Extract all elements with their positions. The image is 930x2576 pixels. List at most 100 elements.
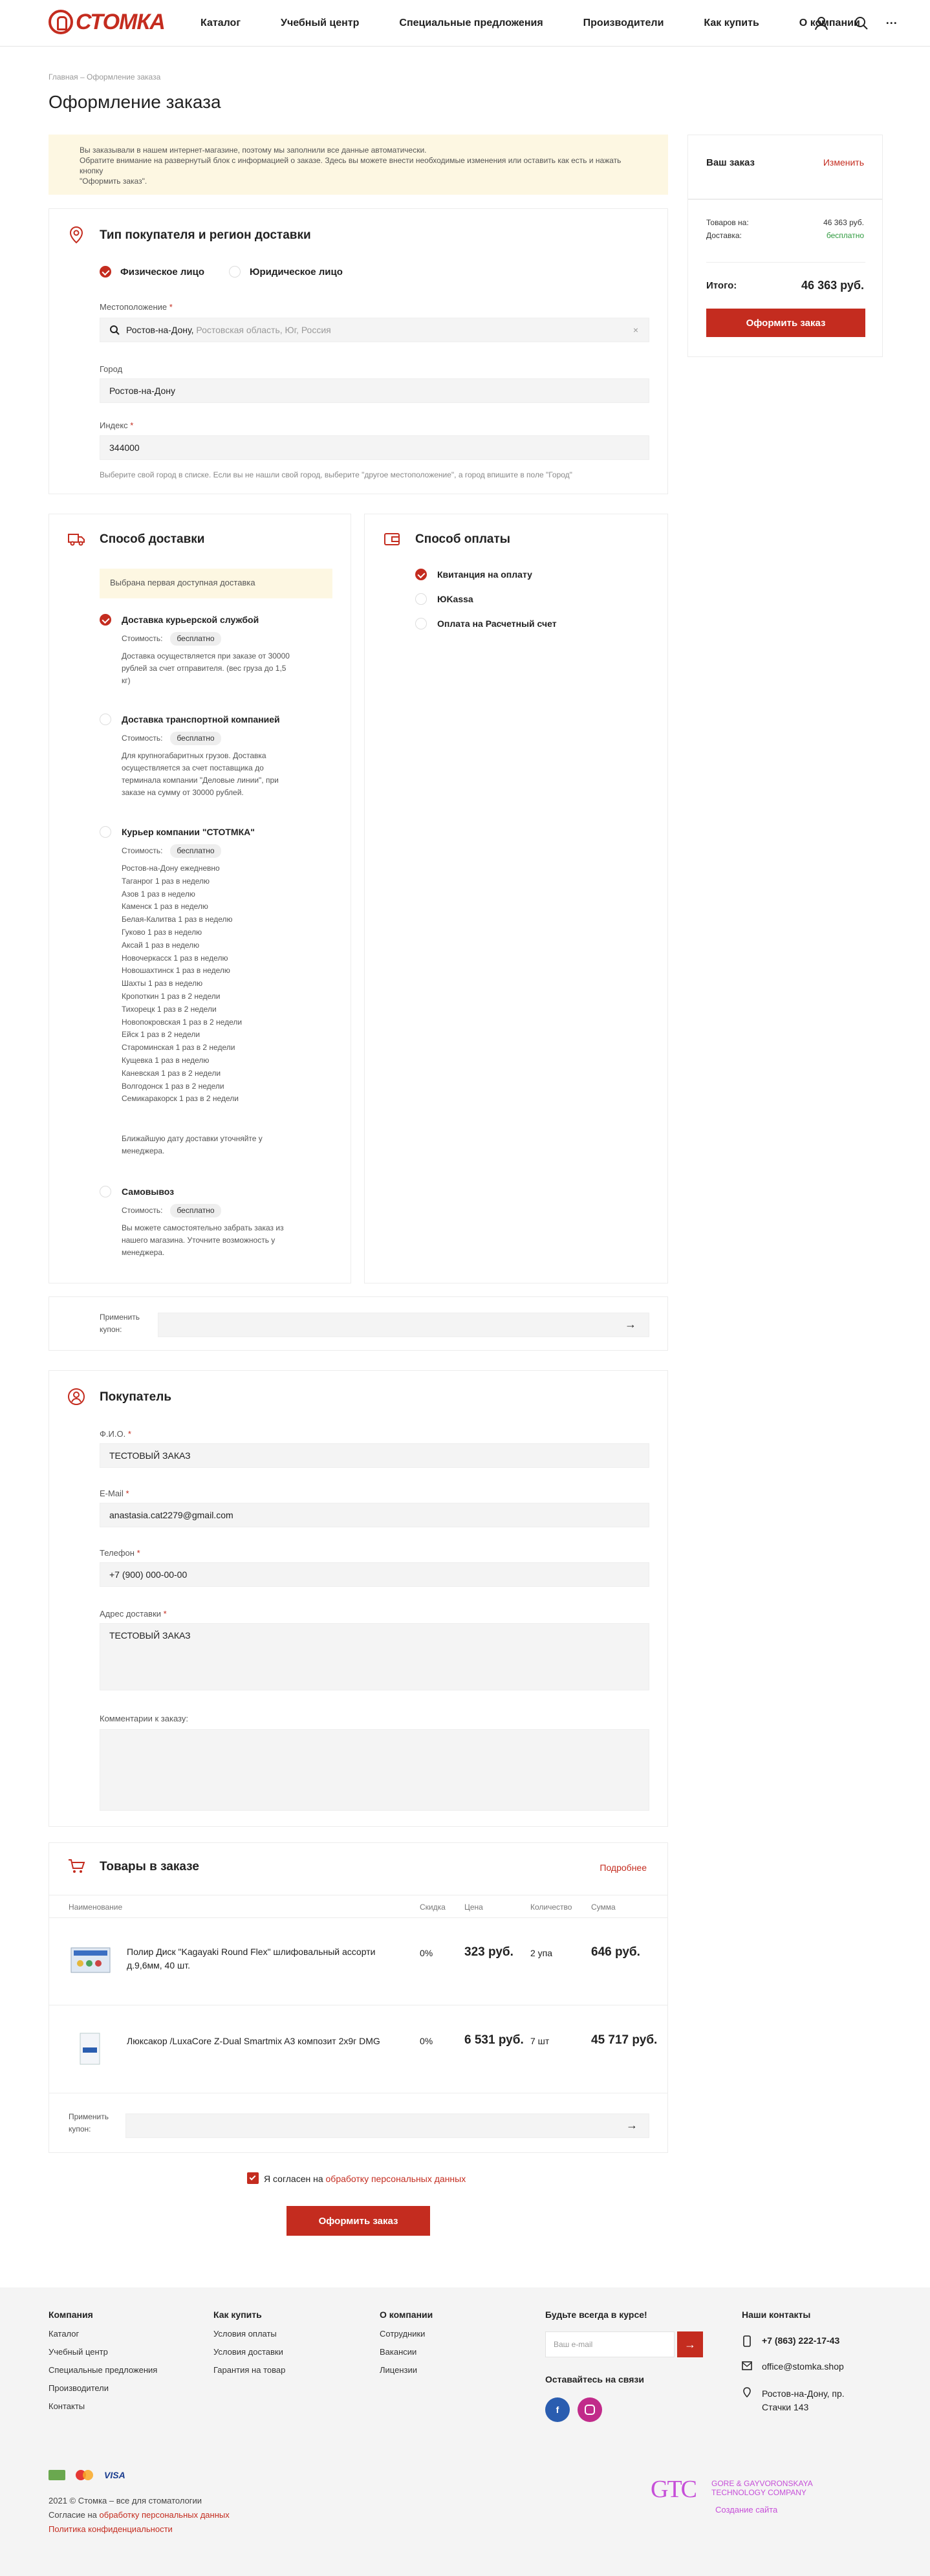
section-title: Способ доставки — [100, 532, 205, 546]
privacy-policy-link[interactable]: Политика конфиденциальности — [49, 2524, 173, 2534]
nav-special[interactable]: Специальные предложения — [399, 17, 543, 29]
footer-link[interactable]: Контакты — [49, 2397, 157, 2416]
phone-input[interactable]: +7 (900) 000-00-00 — [100, 1562, 649, 1587]
facebook-icon[interactable]: f — [545, 2397, 570, 2422]
courier-service-radio[interactable] — [100, 614, 111, 626]
site-logo[interactable]: СТОМКА — [49, 9, 166, 35]
first-delivery-note: Выбрана первая доступная доставка — [100, 569, 332, 598]
product-price: 6 531 руб. — [464, 2033, 524, 2047]
footer-link[interactable]: Учебный центр — [49, 2343, 157, 2361]
nav-catalog[interactable]: Каталог — [200, 17, 241, 29]
footer-link[interactable]: Лицензии — [380, 2361, 433, 2379]
coupon-apply-arrow-icon[interactable]: → — [625, 1318, 636, 1331]
product-name[interactable]: Люксакор /LuxaCore Z-Dual Smartmix A3 ко… — [127, 2035, 392, 2048]
coupon-block: Применить купон: → — [49, 1296, 668, 1351]
footer-link[interactable]: Условия оплаты — [213, 2325, 285, 2343]
schedule-item: Кущевка 1 раз в неделю — [122, 1055, 210, 1065]
product-name[interactable]: Полир Диск "Kagayaki Round Flex" шлифова… — [127, 1945, 392, 1972]
comment-textarea[interactable] — [100, 1729, 649, 1811]
col-sum: Сумма — [591, 1903, 616, 1912]
footer-link[interactable]: Сотрудники — [380, 2325, 433, 2343]
search-icon[interactable] — [854, 16, 869, 31]
search-icon — [110, 325, 120, 335]
phone-icon — [743, 2335, 751, 2347]
product-sum: 646 руб. — [591, 1945, 640, 1959]
footer-link[interactable]: Специальные предложения — [49, 2361, 157, 2379]
email-input[interactable]: anastasia.cat2279@gmail.com — [100, 1503, 649, 1527]
col-discount: Скидка — [420, 1903, 446, 1912]
mir-icon — [49, 2470, 65, 2480]
footer-heading: Компания — [49, 2309, 93, 2320]
gtc-logo[interactable]: GTC — [651, 2475, 697, 2504]
nav-training[interactable]: Учебный центр — [281, 17, 359, 29]
summary-edit-link[interactable]: Изменить — [823, 157, 864, 168]
nav-about[interactable]: О компании — [799, 17, 860, 29]
coupon-input[interactable] — [125, 2113, 649, 2138]
cost-row: Стоимость: бесплатно — [122, 844, 221, 858]
fio-input[interactable]: ТЕСТОВЫЙ ЗАКАЗ — [100, 1443, 649, 1468]
schedule-item: Новочеркасск 1 раз в неделю — [122, 953, 228, 963]
address-textarea[interactable]: ТЕСТОВЫЙ ЗАКАЗ — [100, 1623, 649, 1690]
total-label: Итого: — [706, 280, 737, 291]
footer-contacts: Наши контакты — [742, 2308, 810, 2325]
nav-manufacturers[interactable]: Производители — [583, 17, 664, 29]
logo-tooth-icon — [49, 10, 73, 34]
clear-icon[interactable]: × — [633, 325, 638, 335]
index-input[interactable]: 344000 — [100, 435, 649, 460]
customer-section: Покупатель Ф.И.О. * ТЕСТОВЫЙ ЗАКАЗ E-Mai… — [49, 1370, 668, 1827]
coupon-label: Применить купон: — [69, 2112, 109, 2134]
user-icon[interactable] — [814, 16, 829, 31]
product-image-disc[interactable] — [69, 1943, 114, 1976]
schedule-item: Семикаракорск 1 раз в 2 недели — [122, 1094, 239, 1104]
schedule-item: Каневская 1 раз в 2 недели — [122, 1068, 221, 1078]
footer-link[interactable]: Условия доставки — [213, 2343, 285, 2361]
stomka-courier-radio[interactable] — [100, 826, 111, 838]
footer-link[interactable]: Каталог — [49, 2325, 157, 2343]
pickup-radio[interactable] — [100, 1186, 111, 1197]
coupon-input[interactable] — [158, 1313, 649, 1337]
product-image-syringe[interactable] — [76, 2031, 105, 2067]
legal-entity-radio[interactable] — [229, 266, 241, 278]
schedule-item: Гуково 1 раз в неделю — [122, 927, 202, 937]
footer-heading: О компании — [380, 2309, 433, 2320]
location-input[interactable]: Ростов-на-Дону, Ростовская область, Юг, … — [100, 318, 649, 342]
payment-yookassa-label: ЮKassa — [437, 594, 473, 604]
footer-link[interactable]: Производители — [49, 2379, 157, 2397]
visa-icon: VISA — [104, 2470, 125, 2480]
location-label: Местоположение * — [100, 302, 173, 312]
coupon-apply-arrow-icon[interactable]: → — [626, 2119, 638, 2132]
footer-phone[interactable]: +7 (863) 222-17-43 — [762, 2335, 839, 2346]
footer-email[interactable]: office@stomka.shop — [762, 2361, 844, 2372]
individual-label: Физическое лицо — [120, 267, 205, 278]
payment-account-radio[interactable] — [415, 618, 427, 629]
pickup-title: Самовывоз — [122, 1186, 175, 1197]
payment-invoice-label: Квитанция на оплату — [437, 569, 532, 580]
place-order-button[interactable]: Оформить заказ — [706, 309, 865, 337]
privacy-link[interactable]: обработку персональных данных — [326, 2174, 466, 2184]
submit-order-button[interactable]: Оформить заказ — [287, 2206, 430, 2236]
consent-link[interactable]: обработку персональных данных — [100, 2510, 230, 2520]
total-value: 46 363 руб. — [801, 279, 864, 292]
payment-yookassa-radio[interactable] — [415, 593, 427, 605]
nav-how-to-buy[interactable]: Как купить — [704, 17, 759, 29]
goods-more-link[interactable]: Подробнее — [600, 1862, 647, 1873]
phone-label: Телефон * — [100, 1548, 140, 1558]
agree-checkbox[interactable] — [247, 2172, 259, 2184]
col-qty: Количество — [530, 1903, 572, 1912]
footer-link[interactable]: Вакансии — [380, 2343, 433, 2361]
footer-link[interactable]: Гарантия на товар — [213, 2361, 285, 2379]
transport-company-radio[interactable] — [100, 714, 111, 725]
breadcrumb[interactable]: Главная – Оформление заказа — [49, 72, 160, 82]
instagram-icon[interactable] — [578, 2397, 602, 2422]
location-icon — [743, 2387, 751, 2397]
more-menu-icon[interactable]: ··· — [886, 17, 898, 30]
location-pin-icon — [69, 226, 83, 244]
payment-invoice-radio[interactable] — [415, 569, 427, 580]
subscribe-email-input[interactable]: Ваш e-mail — [545, 2331, 675, 2357]
individual-radio[interactable] — [100, 266, 111, 278]
subscribe-submit-button[interactable]: → — [677, 2331, 703, 2357]
site-footer: Компания Каталог Учебный центр Специальн… — [0, 2287, 930, 2576]
section-title: Способ оплаты — [415, 532, 510, 546]
city-input[interactable]: Ростов-на-Дону — [100, 378, 649, 403]
developer-link[interactable]: Создание сайта — [715, 2505, 777, 2515]
